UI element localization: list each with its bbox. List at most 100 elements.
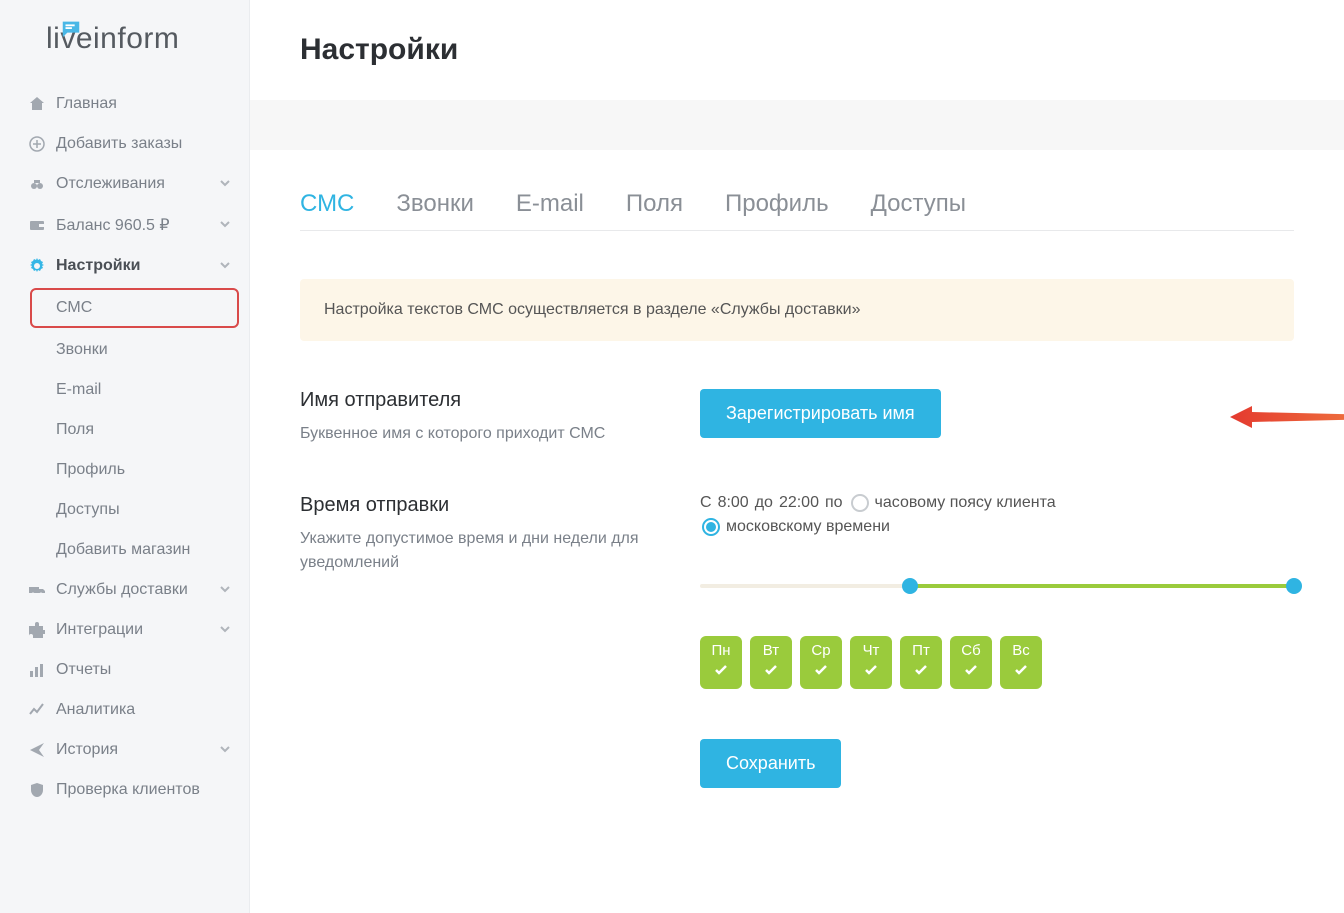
sidebar-sub-label: Профиль — [56, 461, 125, 478]
trend-icon — [26, 702, 48, 718]
day-tue[interactable]: Вт — [750, 636, 792, 689]
sidebar-item-settings[interactable]: Настройки — [0, 246, 249, 286]
day-thu[interactable]: Чт — [850, 636, 892, 689]
sidebar-item-label: Проверка клиентов — [56, 781, 231, 799]
chat-icon — [60, 14, 82, 48]
tab-calls[interactable]: Звонки — [396, 190, 473, 218]
time-title: Время отправки — [300, 494, 670, 517]
radio-client-tz[interactable]: часовому поясу клиента — [851, 494, 1056, 512]
check-icon — [950, 663, 992, 681]
bars-icon — [26, 662, 48, 678]
wallet-icon — [26, 217, 48, 233]
day-sat[interactable]: Сб — [950, 636, 992, 689]
check-icon — [700, 663, 742, 681]
slider-range — [908, 584, 1294, 588]
page-title: Настройки — [300, 33, 458, 67]
content: СМС Звонки E-mail Поля Профиль Доступы Н… — [250, 150, 1344, 788]
weekday-selector: Пн Вт Ср Чт Пт Сб Вс — [700, 636, 1294, 689]
check-icon — [900, 663, 942, 681]
brand-logo[interactable]: liveinform — [0, 0, 249, 74]
sidebar-sub-fields[interactable]: Поля — [0, 410, 249, 450]
sidebar-sub-label: Звонки — [56, 341, 108, 358]
sidebar-item-balance[interactable]: Баланс 960.5 ₽ — [0, 204, 249, 246]
sidebar-item-tracking[interactable]: Отслеживания — [0, 164, 249, 204]
radio-dot-icon — [851, 494, 869, 512]
send-icon — [26, 742, 48, 758]
brand-inform: inform — [93, 22, 179, 55]
puzzle-icon — [26, 622, 48, 638]
sidebar-sub-calls[interactable]: Звонки — [0, 330, 249, 370]
gear-icon — [26, 258, 48, 274]
check-icon — [850, 663, 892, 681]
sidebar-item-add-orders[interactable]: Добавить заказы — [0, 124, 249, 164]
time-radio-line: московскому времени — [700, 518, 1294, 536]
section-time: Время отправки Укажите допустимое время … — [300, 494, 1294, 788]
tabs: СМС Звонки E-mail Поля Профиль Доступы — [300, 190, 1294, 231]
main: Настройки СМС Звонки E-mail Поля Профиль… — [250, 0, 1344, 913]
time-desc: Укажите допустимое время и дни недели дл… — [300, 527, 670, 575]
sidebar-sub-label: E-mail — [56, 381, 101, 398]
radio-dot-icon — [702, 518, 720, 536]
sidebar-item-client-check[interactable]: Проверка клиентов — [0, 770, 249, 810]
tab-sms[interactable]: СМС — [300, 190, 354, 218]
home-icon — [26, 96, 48, 112]
sidebar-sub-profile[interactable]: Профиль — [0, 450, 249, 490]
tab-fields[interactable]: Поля — [626, 190, 683, 218]
sidebar-item-history[interactable]: История — [0, 730, 249, 770]
time-end: 22:00 — [779, 494, 819, 512]
radio-moscow-tz[interactable]: московскому времени — [702, 518, 890, 536]
sidebar-sub-access[interactable]: Доступы — [0, 490, 249, 530]
sidebar-sub-label: Добавить магазин — [56, 541, 190, 558]
sidebar-sub-label: Доступы — [56, 501, 120, 518]
sidebar-item-label: Баланс 960.5 ₽ — [56, 215, 219, 235]
time-prefix: С — [700, 494, 712, 512]
time-slider[interactable] — [700, 580, 1294, 592]
tab-email[interactable]: E-mail — [516, 190, 584, 218]
sidebar-item-reports[interactable]: Отчеты — [0, 650, 249, 690]
sidebar-item-deliveries[interactable]: Службы доставки — [0, 570, 249, 610]
sidebar-item-label: Главная — [56, 95, 231, 113]
sidebar-sub-add-shop[interactable]: Добавить магазин — [0, 530, 249, 570]
check-icon — [800, 663, 842, 681]
sidebar-item-label: Аналитика — [56, 701, 231, 719]
header: Настройки — [250, 0, 1344, 100]
sidebar-item-integrations[interactable]: Интеграции — [0, 610, 249, 650]
day-sun[interactable]: Вс — [1000, 636, 1042, 689]
annotation-arrow-icon — [1230, 402, 1344, 436]
time-range-line: С 8:00 до 22:00 по часовому поясу клиент… — [700, 494, 1294, 512]
day-mon[interactable]: Пн — [700, 636, 742, 689]
sidebar-item-home[interactable]: Главная — [0, 84, 249, 124]
slider-handle-start[interactable] — [902, 578, 918, 594]
binoculars-icon — [26, 176, 48, 192]
chevron-down-icon — [219, 258, 231, 275]
register-name-button[interactable]: Зарегистрировать имя — [700, 389, 941, 438]
tabs-background — [250, 100, 1344, 150]
sidebar-item-label: Отчеты — [56, 661, 231, 679]
time-start: 8:00 — [718, 494, 749, 512]
chevron-down-icon — [219, 622, 231, 639]
nav: Главная Добавить заказы Отслеживания Бал… — [0, 74, 249, 810]
sidebar-item-analytics[interactable]: Аналитика — [0, 690, 249, 730]
radio-moscow-label: московскому времени — [726, 518, 890, 536]
check-icon — [1000, 663, 1042, 681]
chevron-down-icon — [219, 176, 231, 193]
tab-access[interactable]: Доступы — [871, 190, 966, 218]
time-sep: до — [755, 494, 773, 512]
day-fri[interactable]: Пт — [900, 636, 942, 689]
chevron-down-icon — [219, 582, 231, 599]
sidebar: liveinform Главная Добавить заказы Отсле… — [0, 0, 250, 913]
notice-banner: Настройка текстов СМС осуществляется в р… — [300, 279, 1294, 341]
chevron-down-icon — [219, 742, 231, 759]
tab-profile[interactable]: Профиль — [725, 190, 829, 218]
day-wed[interactable]: Ср — [800, 636, 842, 689]
sidebar-item-label: Настройки — [56, 257, 219, 275]
sidebar-item-label: Отслеживания — [56, 175, 219, 193]
slider-handle-end[interactable] — [1286, 578, 1302, 594]
save-button[interactable]: Сохранить — [700, 739, 841, 788]
shield-icon — [26, 782, 48, 798]
sidebar-sub-sms[interactable]: СМС — [30, 288, 239, 328]
time-by: по — [825, 494, 843, 512]
sender-title: Имя отправителя — [300, 389, 670, 412]
sidebar-sub-email[interactable]: E-mail — [0, 370, 249, 410]
radio-client-label: часовому поясу клиента — [875, 494, 1056, 512]
